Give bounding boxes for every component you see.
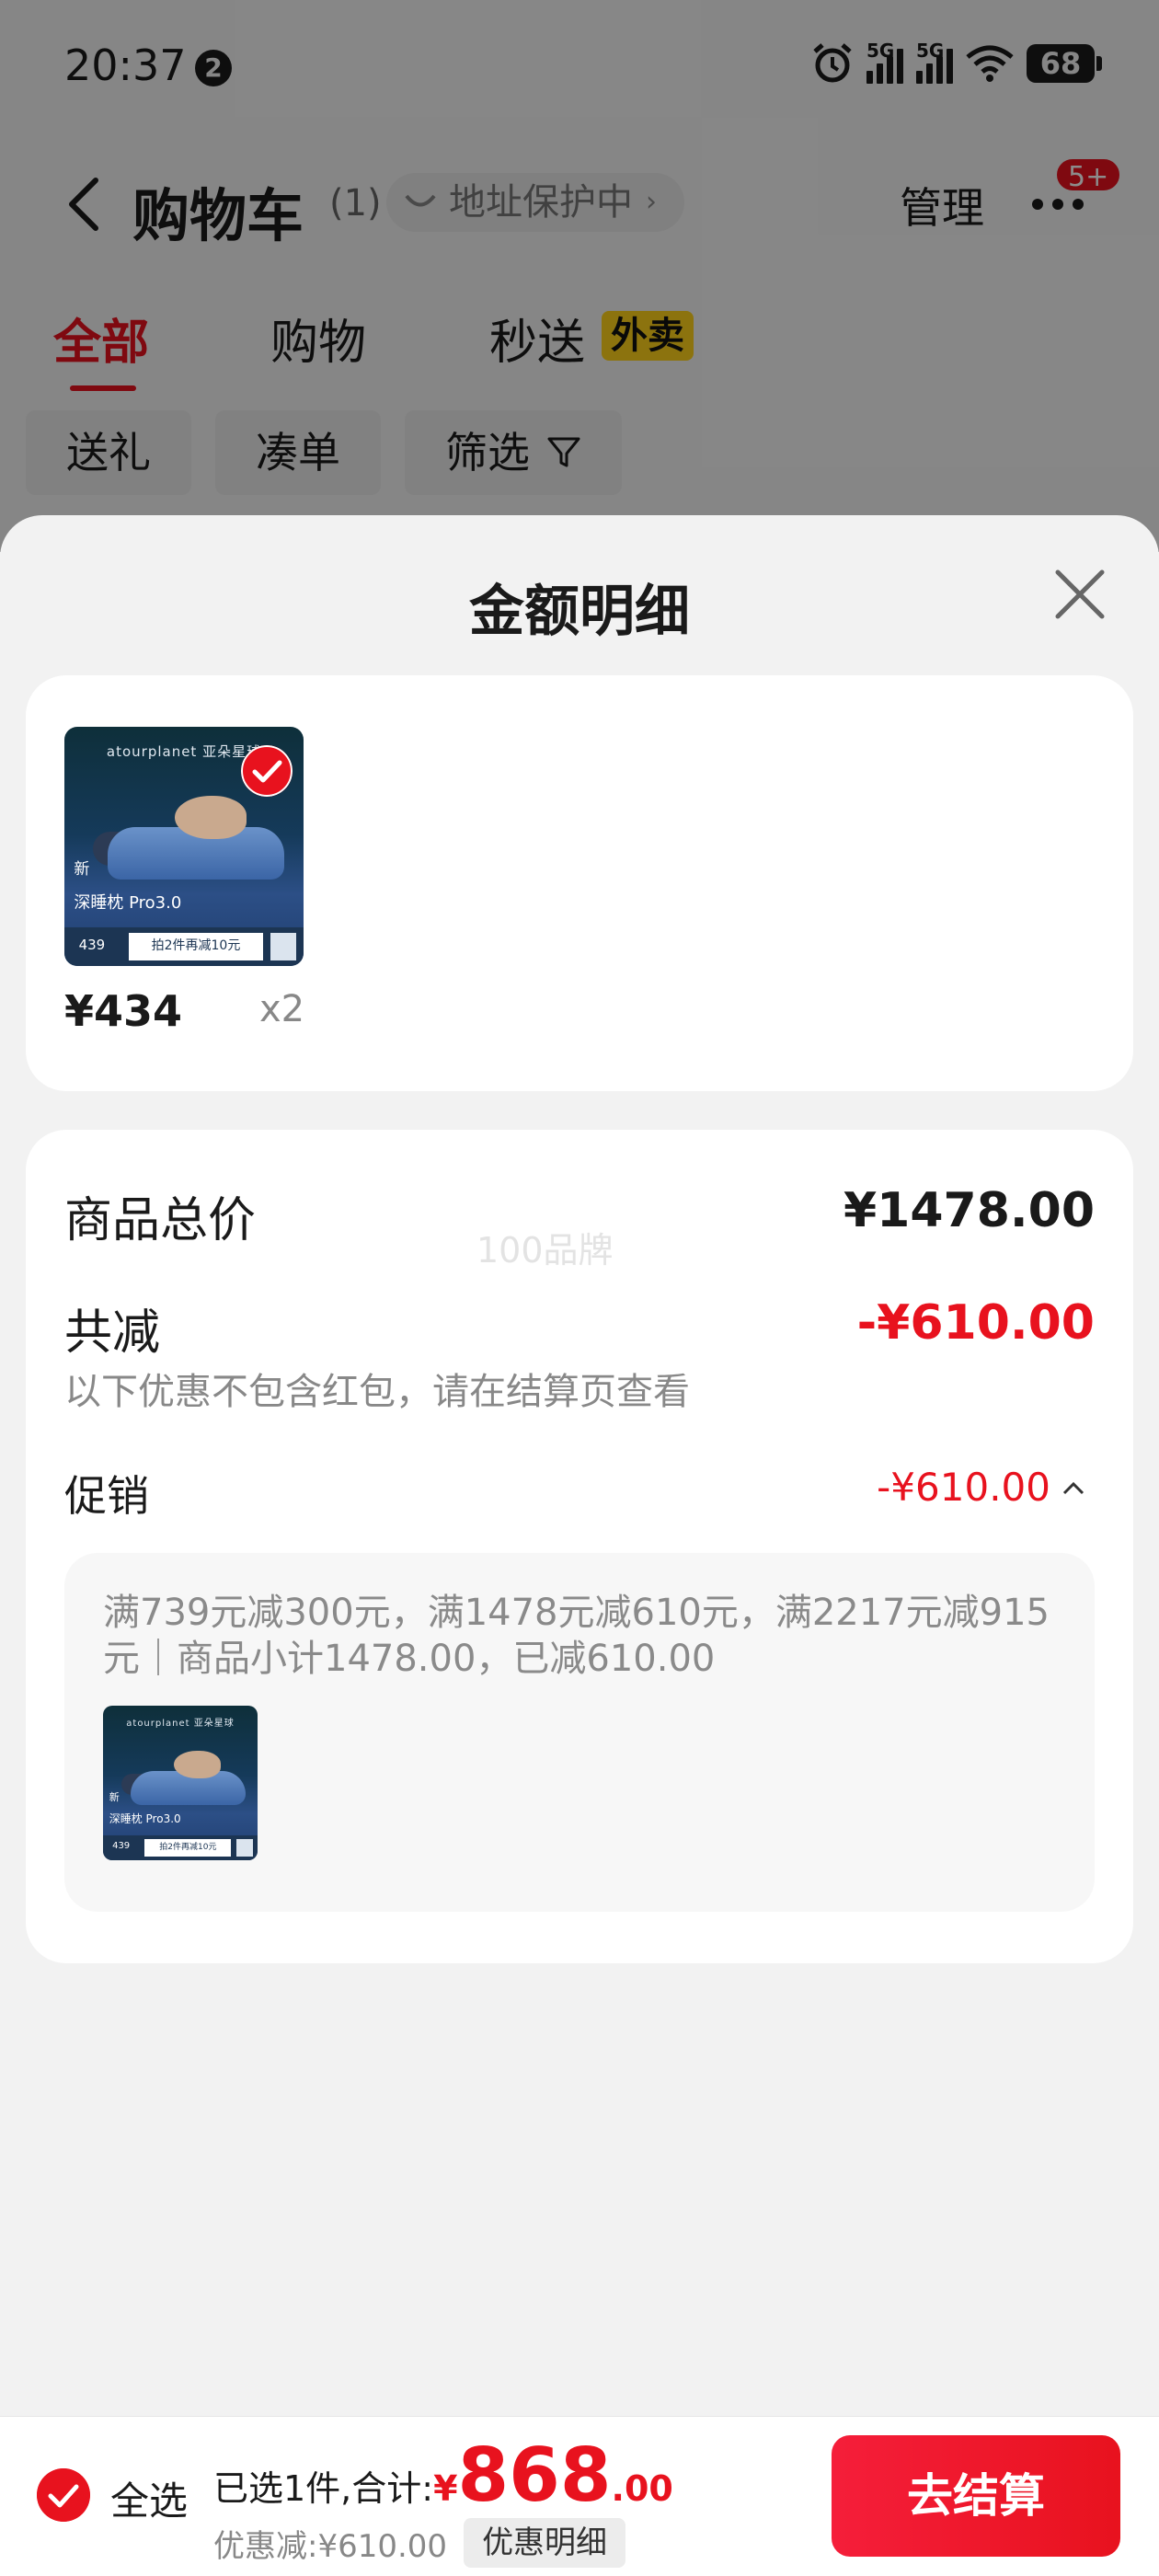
dim-overlay[interactable] bbox=[0, 0, 1159, 552]
close-icon[interactable] bbox=[1052, 567, 1107, 622]
thumb-head bbox=[174, 1750, 221, 1778]
promotion-toggle[interactable]: -¥610.00 bbox=[877, 1465, 1085, 1510]
discount-value: -¥610.00 bbox=[856, 1295, 1095, 1351]
watermark-text: 100品牌 bbox=[476, 1230, 614, 1271]
discount-summary: 优惠减:¥610.00 bbox=[213, 2527, 448, 2565]
thumb-new-tag: 新 bbox=[109, 1790, 120, 1803]
thumb-brand: atourplanet 亚朵星球 bbox=[126, 1719, 235, 1730]
thumb-price: 439 bbox=[112, 1841, 131, 1852]
thumb-new-tag: 新 bbox=[74, 860, 90, 880]
thumb-strip: 439 拍2件再减10元 bbox=[103, 1835, 258, 1860]
discount-label: 共减 bbox=[64, 1305, 161, 1361]
discount-detail-button[interactable]: 优惠明细 bbox=[464, 2518, 626, 2568]
promotion-label: 促销 bbox=[64, 1471, 149, 1521]
checkout-button[interactable]: 去结算 bbox=[832, 2435, 1120, 2557]
price-summary-card: 商品总价 ¥1478.00 100品牌 共减 -¥610.00 以下优惠不包含红… bbox=[26, 1130, 1133, 1963]
select-all-checkbox[interactable] bbox=[37, 2468, 90, 2522]
thumb-extra bbox=[235, 1838, 253, 1857]
thumb-promo: 拍2件再减10元 bbox=[129, 933, 263, 961]
product-price: ¥434 bbox=[64, 986, 183, 1036]
thumb-model: 深睡枕 Pro3.0 bbox=[109, 1812, 181, 1826]
promotion-product-image[interactable]: atourplanet 亚朵星球 新 深睡枕 Pro3.0 439 拍2件再减1… bbox=[103, 1706, 258, 1860]
thumb-extra bbox=[270, 933, 297, 961]
amount-detail-sheet: 金额明细 atourplanet 亚朵星球 新 深睡枕 Pro3.0 439 拍… bbox=[0, 515, 1159, 2416]
product-card: atourplanet 亚朵星球 新 深睡枕 Pro3.0 439 拍2件再减1… bbox=[26, 675, 1133, 1091]
chevron-up-icon bbox=[1062, 1481, 1084, 1494]
total-currency: ¥ bbox=[433, 2468, 458, 2509]
product-quantity: x2 bbox=[259, 988, 305, 1030]
thumb-price: 439 bbox=[78, 936, 106, 953]
total-price-label: 商品总价 bbox=[64, 1193, 257, 1248]
total-price-value: ¥1478.00 bbox=[843, 1183, 1095, 1238]
total-decimal: .00 bbox=[611, 2468, 673, 2509]
discount-note: 以下优惠不包含红包，请在结算页查看 bbox=[64, 1371, 690, 1413]
total-integer: 868 bbox=[457, 2432, 612, 2518]
checkout-bar: 全选 已选1件,合计: ¥ 868 .00 优惠减:¥610.00 优惠明细 去… bbox=[0, 2416, 1159, 2576]
thumb-head bbox=[174, 796, 247, 840]
check-icon bbox=[241, 745, 293, 797]
select-all-label[interactable]: 全选 bbox=[110, 2470, 188, 2526]
promotion-detail-box: 满739元减300元，满1478元减610元，满2217元减915元｜商品小计1… bbox=[64, 1553, 1095, 1912]
thumb-promo: 拍2件再减10元 bbox=[144, 1838, 232, 1857]
thumb-strip: 439 拍2件再减10元 bbox=[64, 927, 304, 966]
sheet-title: 金额明细 bbox=[469, 580, 690, 644]
discount-line: 优惠减:¥610.00 优惠明细 bbox=[213, 2518, 626, 2568]
product-image[interactable]: atourplanet 亚朵星球 新 深睡枕 Pro3.0 439 拍2件再减1… bbox=[64, 727, 304, 966]
pillow-thumbnail: atourplanet 亚朵星球 新 深睡枕 Pro3.0 439 拍2件再减1… bbox=[103, 1706, 258, 1860]
total-prefix: 已选1件,合计: bbox=[213, 2468, 434, 2509]
thumb-model: 深睡枕 Pro3.0 bbox=[74, 892, 182, 913]
promotion-rule-text: 满739元减300元，满1478元减610元，满2217元减915元｜商品小计1… bbox=[103, 1592, 1050, 1680]
total-line: 已选1件,合计: ¥ 868 .00 bbox=[213, 2439, 673, 2513]
promotion-value: -¥610.00 bbox=[877, 1465, 1050, 1510]
